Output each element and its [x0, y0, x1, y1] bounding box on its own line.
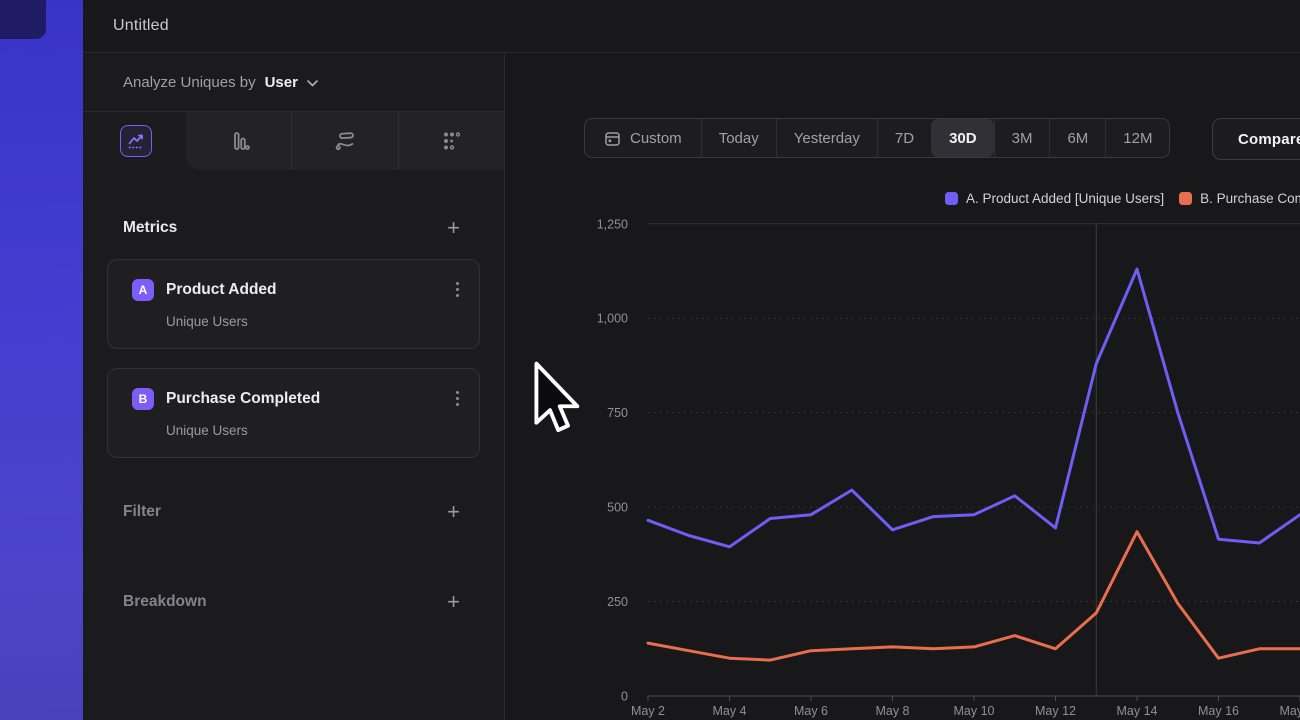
app-header: Untitled — [83, 0, 1300, 53]
x-axis-tick-label: May 2 — [631, 704, 665, 718]
metric-card[interactable]: A Product Added Unique Users — [107, 259, 480, 349]
analyze-by-label: Analyze Uniques by — [123, 74, 256, 91]
line-chart: 0 250 500 750 1,000 1,250 May 2 May 4 May 6 May 8… — [506, 54, 1300, 720]
y-axis-tick-label: 0 — [621, 690, 628, 704]
metric-name: Purchase Completed — [166, 390, 450, 408]
metrics-title: Metrics — [123, 219, 177, 237]
metric-card-list: A Product Added Unique Users B Purchase … — [83, 240, 504, 458]
breakdown-section-header: Breakdown + — [83, 578, 504, 626]
metric-subtitle: Unique Users — [166, 423, 465, 438]
breakdown-title: Breakdown — [123, 593, 207, 611]
background-gradient-strip — [0, 0, 83, 720]
report-title[interactable]: Untitled — [113, 17, 169, 35]
flow-chart-icon — [333, 129, 357, 153]
x-axis-tick-label: May 12 — [1035, 704, 1076, 718]
metric-name: Product Added — [166, 281, 450, 299]
y-axis-tick-label: 1,250 — [597, 217, 628, 231]
app-window: Untitled Analyze Uniques by User — [83, 0, 1300, 720]
analyze-by-value-dropdown[interactable]: User — [265, 74, 298, 91]
chart-panel: CustomTodayYesterday7D30D3M6M12M Compare… — [506, 54, 1300, 720]
bar-chart-icon — [227, 129, 251, 153]
tab-dot-grid[interactable] — [398, 112, 504, 170]
dot-grid-icon — [439, 129, 463, 153]
x-axis-tick-label: May 4 — [712, 704, 746, 718]
kebab-menu-icon[interactable] — [450, 387, 465, 410]
chart-type-switcher — [83, 112, 504, 170]
x-axis-tick-label: May 6 — [794, 704, 828, 718]
y-axis-tick-label: 1,000 — [597, 312, 628, 326]
tab-bar-chart[interactable] — [186, 112, 291, 170]
series-line[interactable] — [648, 269, 1300, 547]
series-line[interactable] — [648, 532, 1300, 660]
background-artifact — [0, 0, 46, 39]
tab-flow-chart[interactable] — [291, 112, 397, 170]
kebab-menu-icon[interactable] — [450, 278, 465, 301]
chevron-down-icon — [307, 80, 318, 87]
tab-line-chart-selected[interactable] — [120, 125, 152, 157]
app-screenshot: Untitled Analyze Uniques by User — [0, 0, 1300, 720]
y-axis-tick-label: 250 — [607, 595, 628, 609]
y-axis-tick-label: 500 — [607, 501, 628, 515]
query-sidebar: Analyze Uniques by User — [83, 54, 505, 720]
x-axis-tick-label: May 18 — [1280, 704, 1300, 718]
analyze-by-row: Analyze Uniques by User — [83, 54, 504, 112]
filter-title: Filter — [123, 503, 161, 521]
metric-badge: A — [132, 279, 154, 301]
line-chart-icon — [125, 130, 147, 152]
x-axis-tick-label: May 14 — [1117, 704, 1158, 718]
x-axis-tick-label: May 16 — [1198, 704, 1239, 718]
x-axis-tick-label: May 8 — [875, 704, 909, 718]
y-axis-tick-label: 750 — [607, 406, 628, 420]
metrics-section-header: Metrics + — [83, 216, 504, 240]
metric-subtitle: Unique Users — [166, 314, 465, 329]
metric-badge: B — [132, 388, 154, 410]
x-axis-tick-label: May 10 — [954, 704, 995, 718]
metric-card[interactable]: B Purchase Completed Unique Users — [107, 368, 480, 458]
chart-type-tab-group — [186, 112, 504, 170]
add-filter-button[interactable]: + — [447, 502, 460, 522]
filter-section-header: Filter + — [83, 488, 504, 536]
add-breakdown-button[interactable]: + — [447, 592, 460, 612]
add-metric-button[interactable]: + — [447, 218, 460, 238]
